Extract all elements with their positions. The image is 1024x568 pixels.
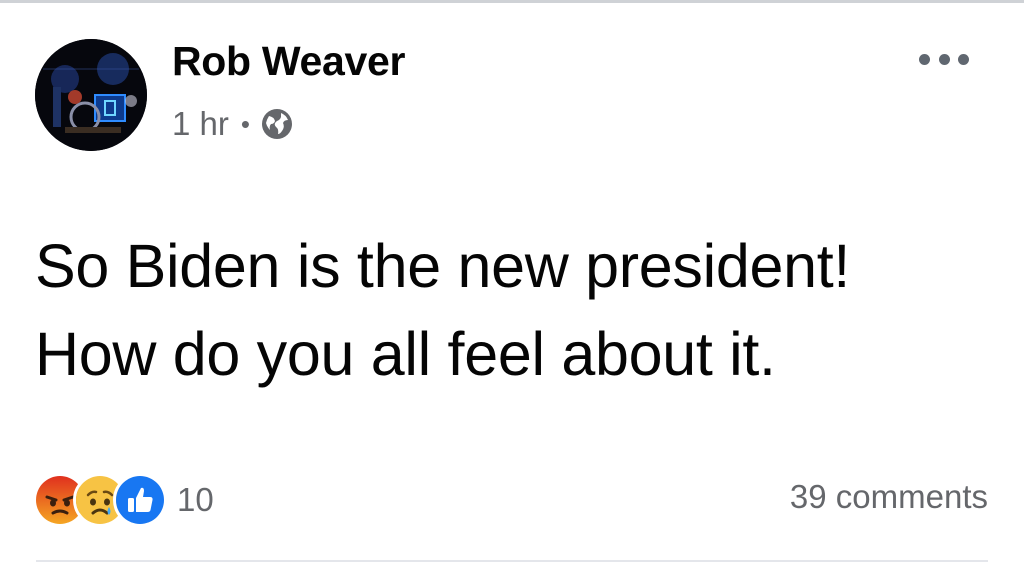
globe-icon[interactable] (260, 107, 294, 141)
action-bar-divider (36, 560, 988, 562)
more-options-button[interactable] (919, 46, 969, 72)
meta-separator: • (240, 108, 250, 139)
more-options-icon (919, 53, 930, 65)
more-options-icon-dot (958, 53, 969, 65)
comments-count-link[interactable]: 39 comments (790, 478, 988, 516)
like-reaction-icon (113, 473, 167, 527)
reaction-count: 10 (177, 481, 214, 518)
post-meta: 1 hr • (172, 104, 294, 144)
post-card: Rob Weaver 1 hr • So Biden is the new pr… (0, 0, 1024, 568)
post-message-line: How do you all feel about it. (35, 320, 776, 388)
post-message: So Biden is the new president! How do yo… (35, 222, 995, 398)
reactions-summary[interactable]: 10 (33, 473, 214, 527)
avatar[interactable] (35, 39, 147, 151)
post-timestamp[interactable]: 1 hr (172, 105, 229, 143)
author-name[interactable]: Rob Weaver (172, 38, 406, 85)
post-message-line: So Biden is the new president! (35, 232, 851, 300)
avatar-image (35, 39, 147, 151)
more-options-icon-dot (938, 53, 950, 65)
